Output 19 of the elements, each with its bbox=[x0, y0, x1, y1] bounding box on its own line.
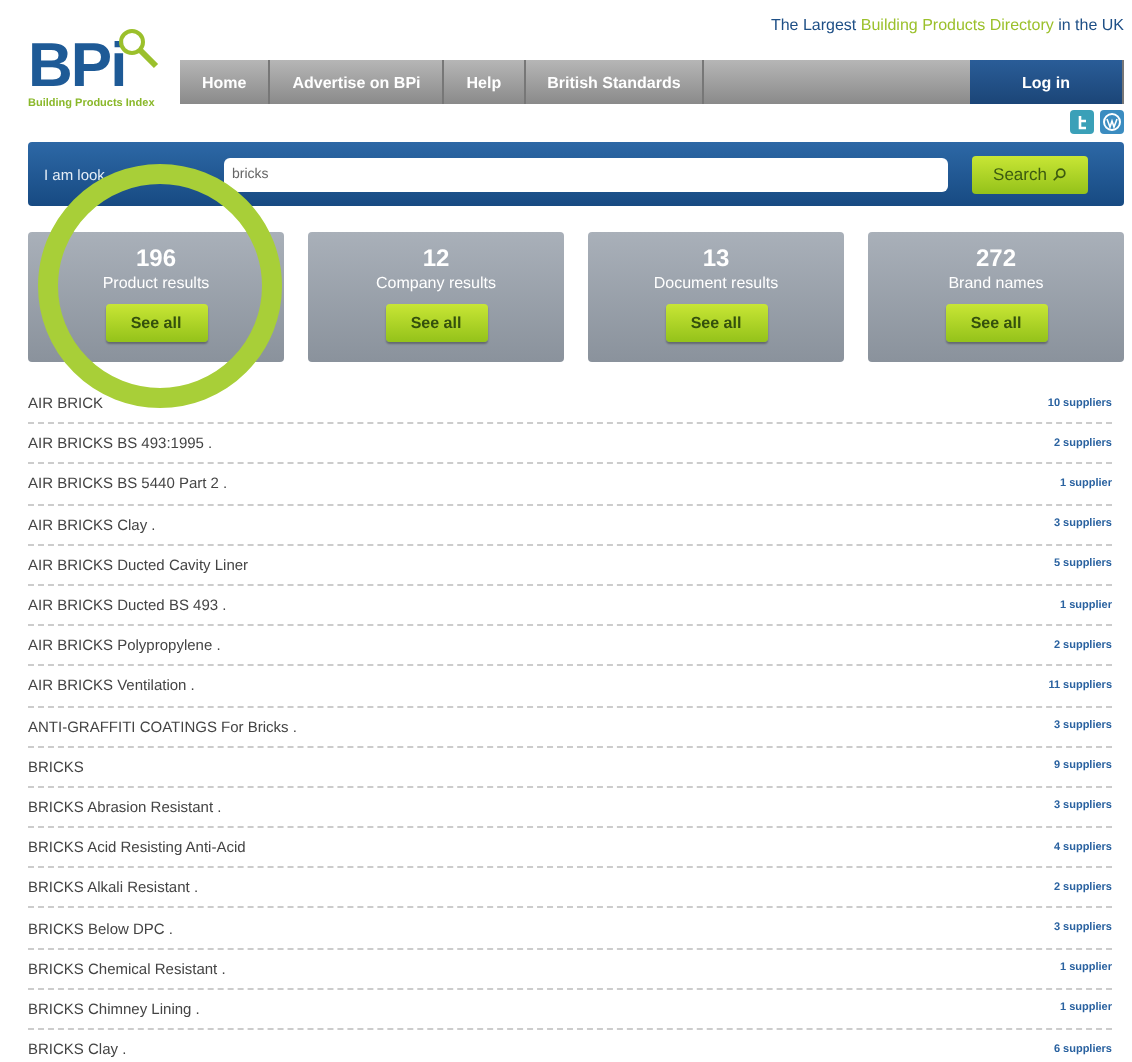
wordpress-icon[interactable] bbox=[1100, 110, 1124, 134]
logo-letters: BP bbox=[28, 36, 111, 96]
see-all-button[interactable]: See all bbox=[665, 304, 767, 342]
see-all-button[interactable]: See all bbox=[105, 304, 207, 342]
twitter-icon[interactable] bbox=[1070, 110, 1094, 134]
result-count: 196 bbox=[135, 246, 177, 272]
result-label: Brand names bbox=[948, 272, 1044, 294]
see-all-button[interactable]: See all bbox=[385, 304, 487, 342]
search-icon bbox=[1052, 167, 1067, 181]
tagline: The Largest Building Products Directory in the UK bbox=[770, 16, 1124, 38]
result-count: 12 bbox=[422, 246, 450, 272]
see-all-button[interactable]: See all bbox=[945, 304, 1047, 342]
result-label: Document results bbox=[653, 272, 779, 294]
result-label: Product results bbox=[102, 272, 210, 294]
search-button[interactable]: Search bbox=[972, 155, 1088, 193]
login-button[interactable]: Log in bbox=[970, 60, 1124, 104]
result-label: Company results bbox=[375, 272, 497, 294]
result-count: 272 bbox=[975, 246, 1017, 272]
result-count: 13 bbox=[702, 246, 730, 272]
